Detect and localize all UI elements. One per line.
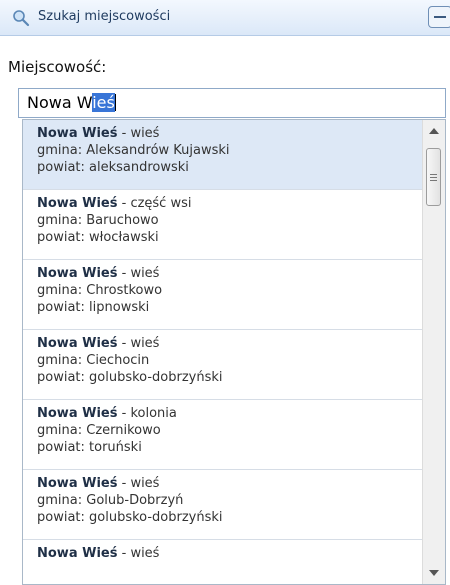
input-selection: ieś xyxy=(92,93,115,112)
list-item[interactable]: Nowa Wieś - wieś gmina: Chrostkowo powia… xyxy=(23,260,423,330)
result-name: Nowa Wieś xyxy=(37,266,118,281)
result-powiat: powiat: toruński xyxy=(37,440,142,455)
list-item[interactable]: Nowa Wieś - wieś gmina: Ciechocin powiat… xyxy=(23,330,423,400)
list-item[interactable]: Nowa Wieś - kolonia gmina: Czernikowo po… xyxy=(23,400,423,470)
panel-title: Szukaj miejscowości xyxy=(38,9,171,24)
result-powiat: powiat: golubsko-dobrzyński xyxy=(37,370,223,385)
list-item[interactable]: Nowa Wieś - wieś xyxy=(23,540,423,584)
result-kind: - wieś xyxy=(117,336,160,351)
result-gmina: gmina: Chrostkowo xyxy=(37,283,163,298)
result-gmina: gmina: Czernikowo xyxy=(37,423,161,438)
result-kind: - wieś xyxy=(117,266,160,281)
result-name: Nowa Wieś xyxy=(37,336,118,351)
collapse-button[interactable] xyxy=(428,6,450,28)
scrollbar-thumb[interactable] xyxy=(426,148,441,206)
result-kind: - wieś xyxy=(117,546,160,561)
autocomplete-dropdown[interactable]: Nowa Wieś - wieś gmina: Aleksandrów Kuja… xyxy=(22,119,446,585)
result-name: Nowa Wieś xyxy=(37,546,118,561)
result-name: Nowa Wieś xyxy=(37,196,118,211)
list-item[interactable]: Nowa Wieś - wieś gmina: Golub-Dobrzyń po… xyxy=(23,470,423,540)
result-powiat: powiat: włocławski xyxy=(37,230,159,245)
result-gmina: gmina: Baruchowo xyxy=(37,213,159,228)
result-kind: - wieś xyxy=(117,126,160,141)
input-value: Nowa W xyxy=(27,93,93,112)
scrollbar[interactable] xyxy=(422,120,445,584)
list-item[interactable]: Nowa Wieś - wieś gmina: Aleksandrów Kuja… xyxy=(23,120,423,190)
text-caret xyxy=(114,94,116,111)
result-powiat: powiat: golubsko-dobrzyński xyxy=(37,510,223,525)
search-icon xyxy=(13,10,30,27)
result-powiat: powiat: aleksandrowski xyxy=(37,160,189,175)
result-gmina: gmina: Ciechocin xyxy=(37,353,150,368)
result-kind: - kolonia xyxy=(117,406,177,421)
grip-icon xyxy=(430,174,437,175)
result-gmina: gmina: Aleksandrów Kujawski xyxy=(37,143,230,158)
location-input[interactable]: Nowa Wieś xyxy=(18,88,446,118)
result-name: Nowa Wieś xyxy=(37,126,118,141)
scroll-down-arrow-icon[interactable] xyxy=(429,570,439,576)
result-kind: - wieś xyxy=(117,476,160,491)
search-panel-header: Szukaj miejscowości xyxy=(0,0,450,36)
result-name: Nowa Wieś xyxy=(37,406,118,421)
result-kind: - część wsi xyxy=(117,196,192,211)
field-label: Miejscowość: xyxy=(8,58,107,76)
scroll-up-arrow-icon[interactable] xyxy=(429,128,439,134)
result-powiat: powiat: lipnowski xyxy=(37,300,150,315)
list-item[interactable]: Nowa Wieś - część wsi gmina: Baruchowo p… xyxy=(23,190,423,260)
result-name: Nowa Wieś xyxy=(37,476,118,491)
result-gmina: gmina: Golub-Dobrzyń xyxy=(37,493,184,508)
